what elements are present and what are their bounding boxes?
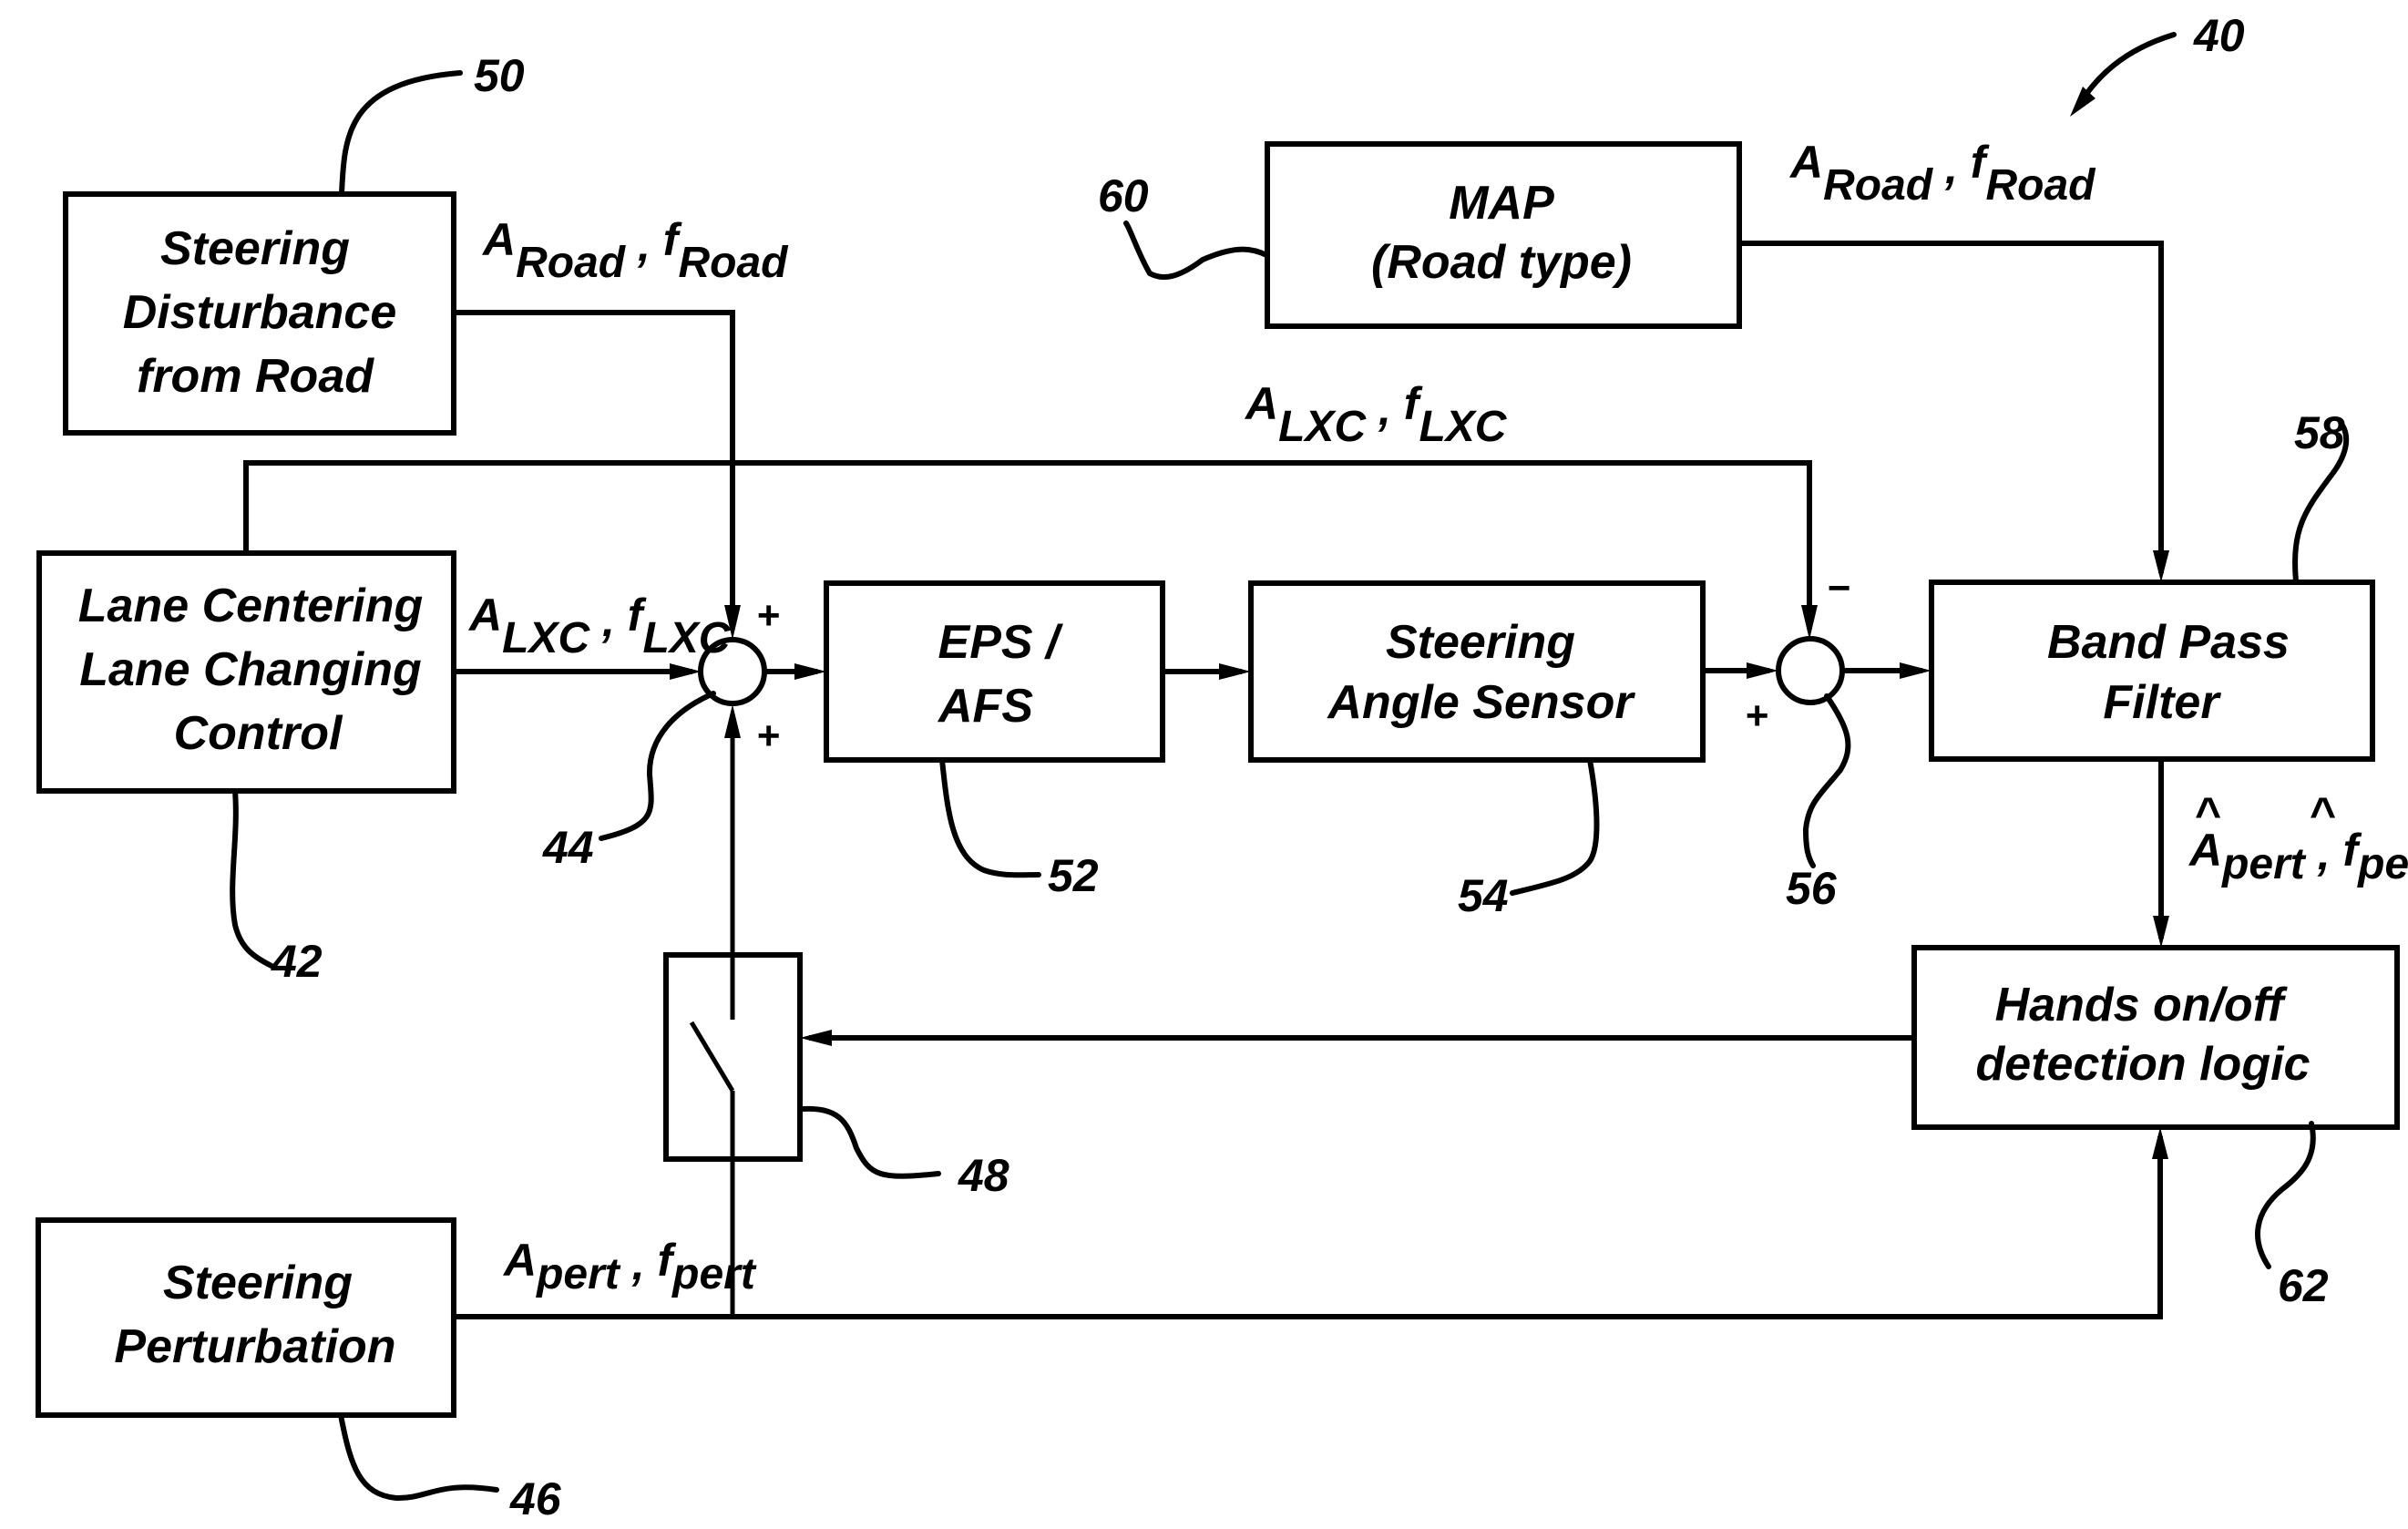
leader-50 — [339, 70, 463, 196]
ref-number-52: 52 — [1048, 850, 1099, 901]
ref-number-46: 46 — [509, 1473, 562, 1524]
leader-44 — [599, 691, 716, 841]
block-label-line: Perturbation — [114, 1320, 395, 1373]
block-label-line: detection logic — [1976, 1038, 2311, 1091]
block-label-line: Band Pass — [2047, 616, 2290, 669]
block-label-line: Steering — [163, 1257, 353, 1309]
leader-42 — [230, 788, 274, 969]
arrowhead-right — [670, 663, 702, 680]
block-map: MAP (Road type) — [1265, 141, 1742, 329]
block-label-line: AFS — [937, 680, 1033, 733]
block-label-line: Control — [174, 707, 343, 760]
ref-number-54: 54 — [1458, 870, 1509, 921]
leader-46 — [338, 1412, 499, 1502]
sign-plus-bottom-44: + — [756, 713, 780, 758]
sign-plus-left-56: + — [1745, 693, 1768, 738]
hands-on-off-detection-block-diagram: Steering Disturbance from Road Lane Cent… — [36, 10, 2408, 1524]
block-steering-perturbation: Steering Perturbation — [36, 1217, 456, 1418]
summing-junction-56 — [1776, 636, 1845, 705]
leader-52 — [939, 757, 1041, 878]
ref-number-60: 60 — [1098, 170, 1149, 221]
block-label-line: Steering — [160, 222, 350, 275]
arrowhead-right — [1219, 663, 1251, 680]
block-map-frame — [1265, 141, 1742, 329]
ref-number-48: 48 — [958, 1150, 1009, 1201]
block-label-line: Lane Changing — [79, 643, 422, 696]
block-band-pass-filter-frame — [1929, 580, 2375, 762]
arrowhead-up — [724, 704, 741, 738]
block-steering-perturbation-frame — [36, 1217, 456, 1418]
block-label-line: Disturbance — [123, 286, 397, 339]
block-hands-detection: Hands on/off detection logic — [1911, 945, 2400, 1130]
block-steering-disturbance: Steering Disturbance from Road — [63, 191, 456, 436]
ref-number-56: 56 — [1786, 863, 1838, 914]
block-eps-afs: EPS / AFS — [824, 580, 1165, 763]
signal-label-lxc-main: ALXC , fLXC — [467, 590, 732, 662]
signal-label-perturbation: Apert , fpert — [502, 1235, 757, 1298]
block-label-line: Filter — [2103, 676, 2221, 729]
leader-48 — [799, 1105, 941, 1179]
arrowhead-up — [2152, 1127, 2168, 1159]
block-label-line: (Road type) — [1371, 236, 1632, 289]
arrowhead-down — [1801, 605, 1818, 640]
leader-60 — [1123, 221, 1269, 280]
block-band-pass-filter: Band Pass Filter — [1929, 580, 2375, 762]
arrowhead-left — [800, 1030, 832, 1046]
sign-minus-56: − — [1827, 566, 1850, 611]
signal-label-lxc-top: ALXC , fLXC — [1244, 378, 1508, 451]
block-eps-afs-frame — [824, 580, 1165, 763]
block-label-line: EPS / — [938, 616, 1064, 669]
signal-label-perturbation-estimate-text: Apert , fpert — [2188, 825, 2408, 888]
wire-disturbance-to-sum — [454, 310, 735, 629]
arrowhead-right — [1900, 662, 1932, 679]
block-steering-angle-sensor: Steering Angle Sensor — [1248, 580, 1706, 763]
ref-number-44: 44 — [542, 822, 594, 873]
block-label-line: from Road — [137, 350, 374, 403]
hat-accent: ^ — [2194, 788, 2221, 839]
hat-accent: ^ — [2309, 788, 2336, 839]
block-label-line: Angle Sensor — [1326, 676, 1635, 729]
wire-map-to-bpf — [1739, 241, 2164, 573]
block-label-line: Hands on/off — [1995, 979, 2288, 1031]
ref-number-58: 58 — [2294, 407, 2345, 458]
ref-number-40: 40 — [2193, 10, 2245, 61]
block-label-line: MAP — [1449, 177, 1554, 230]
ref-number-62: 62 — [2278, 1260, 2329, 1311]
signal-label-map-road: ARoad , fRoad — [1788, 137, 2096, 210]
sign-plus-top-44: + — [756, 593, 780, 638]
leader-54 — [1510, 757, 1600, 896]
signal-label-road-disturbance: ARoad , fRoad — [481, 214, 789, 287]
leader-56 — [1802, 693, 1851, 868]
leader-62 — [2255, 1121, 2316, 1269]
block-label-line: Steering — [1386, 616, 1575, 669]
block-label-line: Lane Centering — [78, 580, 424, 632]
arrowhead-down — [2153, 550, 2169, 582]
arrowhead-right — [794, 663, 826, 680]
arrowhead-right — [1747, 662, 1778, 679]
ref-number-50: 50 — [474, 50, 525, 101]
arrowhead-down — [2153, 916, 2169, 948]
signal-label-perturbation-estimate: Apert , fpert ^ ^ — [2188, 788, 2408, 888]
block-lane-control: Lane Centering Lane Changing Control — [36, 550, 456, 794]
block-steering-angle-sensor-frame — [1248, 580, 1706, 763]
ref-number-42: 42 — [271, 936, 323, 987]
